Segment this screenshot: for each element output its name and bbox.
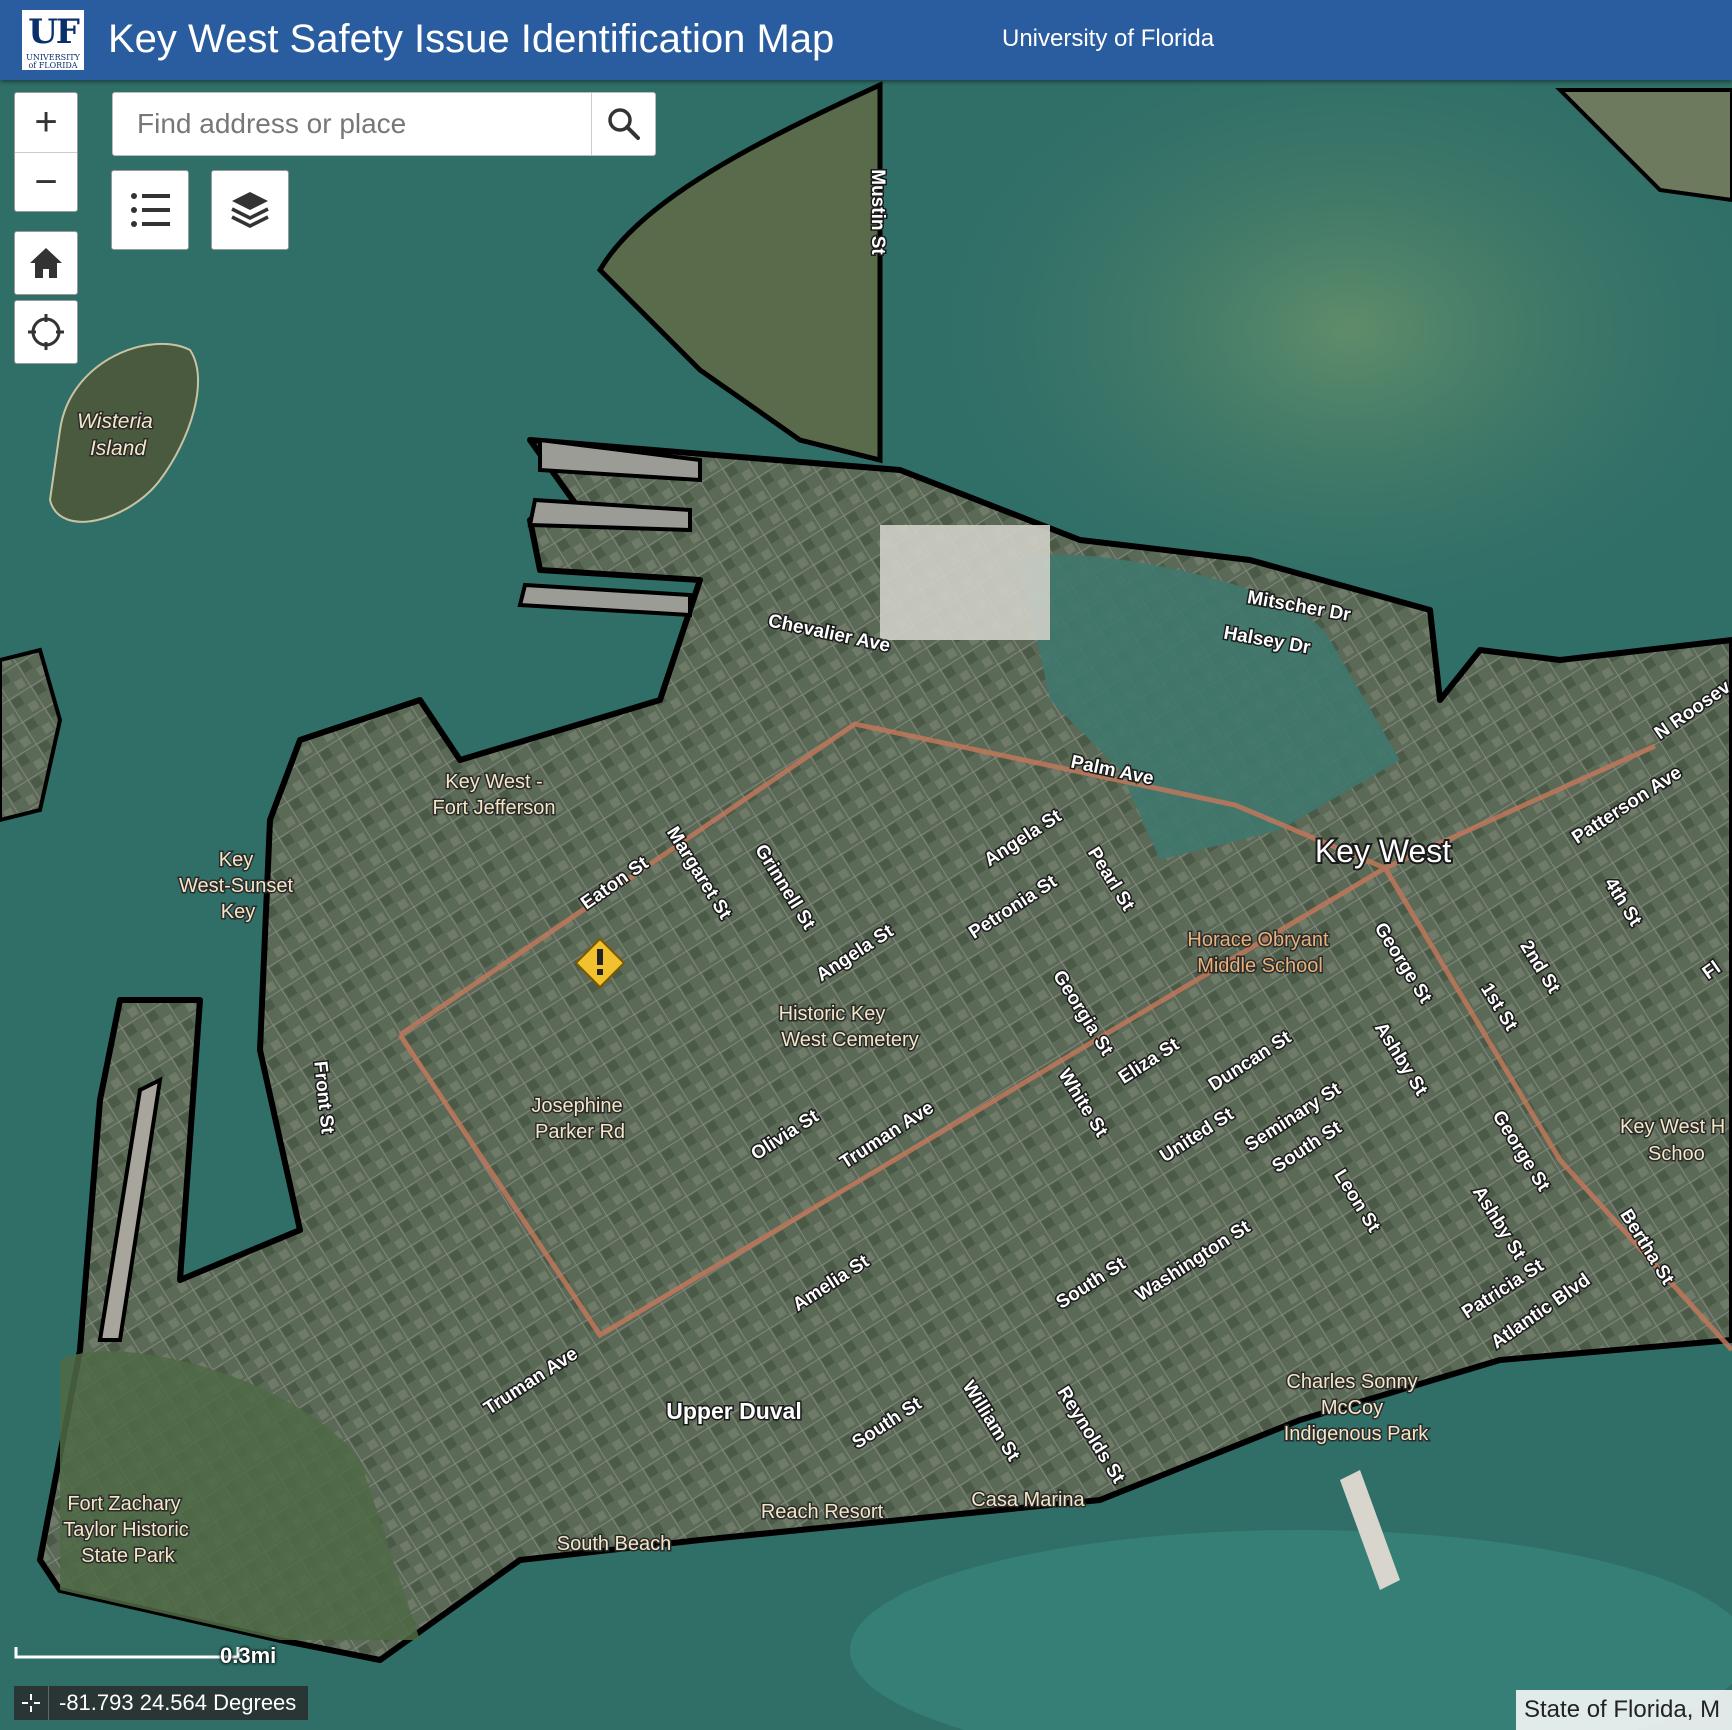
layers-button[interactable] <box>211 170 289 250</box>
search-widget <box>112 92 656 156</box>
map-view[interactable]: Wisteria Island Key West Key West -Fort J… <box>0 80 1732 1730</box>
logo-letters: UF <box>28 12 80 52</box>
coordinate-readout: -81.793 24.564 Degrees <box>14 1686 309 1720</box>
label-reach-resort: Reach Resort <box>761 1501 884 1523</box>
logo-subtext: UNIVERSITY of FLORIDA <box>26 53 80 70</box>
airfield-lot <box>880 525 1050 640</box>
uf-logo: UF UNIVERSITY of FLORIDA <box>22 10 84 70</box>
legend-list-icon <box>131 193 170 227</box>
locate-icon <box>28 314 64 350</box>
zoom-control: + − <box>14 92 78 212</box>
label-upper-duval: Upper Duval <box>666 1398 801 1424</box>
label-casa-marina: Casa Marina <box>971 1489 1085 1511</box>
coordinate-text: -81.793 24.564 Degrees <box>59 1690 297 1715</box>
label-fort-zachary: Fort Zachary Taylor Historic State Park <box>63 1493 189 1567</box>
legend-button[interactable] <box>111 170 189 250</box>
home-icon <box>30 248 62 278</box>
crosshair-icon <box>22 1694 40 1712</box>
app-header: UF UNIVERSITY of FLORIDA Key West Safety… <box>0 0 1732 80</box>
layers-icon <box>231 192 269 228</box>
scale-label: 0.3mi <box>220 1643 277 1668</box>
search-button[interactable] <box>591 93 656 155</box>
search-icon <box>608 108 640 140</box>
map-attribution: State of Florida, M <box>1516 1690 1732 1730</box>
search-input[interactable] <box>113 93 591 155</box>
map-canvas[interactable]: Wisteria Island Key West Key West -Fort J… <box>0 80 1732 1730</box>
locate-button[interactable] <box>14 300 78 364</box>
app-title: Key West Safety Issue Identification Map <box>108 17 835 61</box>
zoom-in-button[interactable]: + <box>15 93 77 151</box>
organization-name: University of Florida <box>1002 25 1215 52</box>
zoom-out-button[interactable]: − <box>15 153 77 211</box>
label-south-beach: South Beach <box>557 1533 672 1555</box>
home-button[interactable] <box>14 231 78 295</box>
scale-bar: 0.3mi <box>14 1643 276 1668</box>
coordinate-mode-button[interactable] <box>14 1686 49 1720</box>
street-mustin: Mustin St <box>867 169 888 255</box>
label-key-west-city: Key West <box>1315 833 1451 869</box>
